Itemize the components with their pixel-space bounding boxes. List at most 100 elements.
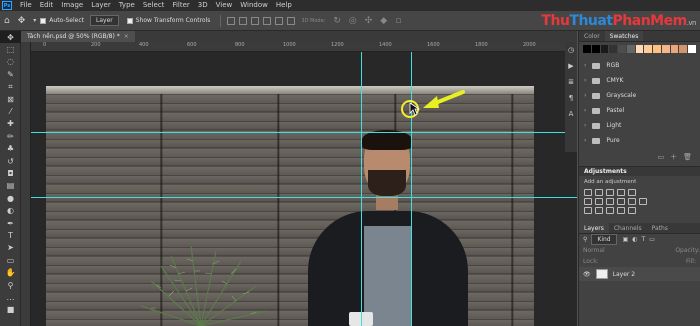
pen-tool-icon[interactable]: ✒	[0, 217, 21, 229]
menu-file[interactable]: File	[16, 0, 36, 11]
clone-stamp-icon[interactable]: ♣	[0, 143, 21, 155]
hue-saturation-icon[interactable]	[584, 198, 592, 205]
menu-layer[interactable]: Layer	[87, 0, 115, 11]
curves-icon[interactable]	[606, 189, 614, 196]
exposure-icon[interactable]	[617, 189, 625, 196]
guide-line-horizontal[interactable]	[31, 132, 577, 133]
hand-tool-icon[interactable]: ✋	[0, 266, 21, 278]
3d-roll-icon[interactable]: ◎	[349, 16, 357, 26]
invert-icon[interactable]	[584, 207, 592, 214]
gradient-map-icon[interactable]	[617, 207, 625, 214]
menu-type[interactable]: Type	[115, 0, 139, 11]
posterize-icon[interactable]	[595, 207, 603, 214]
brush-tool-icon[interactable]: ✏	[0, 130, 21, 142]
color-balance-icon[interactable]	[595, 198, 603, 205]
swatch-color[interactable]	[688, 45, 696, 53]
swatch-group-cmyk[interactable]: › CMYK	[579, 73, 700, 88]
color-swatch-icon[interactable]: ■	[0, 304, 21, 316]
channel-mixer-icon[interactable]	[628, 198, 636, 205]
vibrance-icon[interactable]	[628, 189, 636, 196]
layer-select[interactable]: Layer	[90, 15, 119, 26]
show-transform-checkbox[interactable]	[126, 17, 133, 24]
align-top-icon[interactable]	[263, 16, 272, 25]
filter-adjustment-icon[interactable]: ◐	[632, 236, 637, 243]
swatch-group-pure[interactable]: › Pure	[579, 133, 700, 148]
kind-filter-select[interactable]: Kind	[591, 234, 617, 245]
trash-icon[interactable]: 🗑	[683, 153, 692, 161]
align-middle-icon[interactable]	[275, 16, 284, 25]
vertical-ruler[interactable]	[21, 42, 31, 326]
swatch-group-rgb[interactable]: › RGB	[579, 58, 700, 73]
swatch-color[interactable]	[679, 45, 688, 53]
3d-drag-icon[interactable]: ✣	[365, 16, 373, 26]
swatch-color[interactable]	[609, 45, 618, 53]
rectangle-tool-icon[interactable]: ▭	[0, 254, 21, 266]
close-icon[interactable]: ×	[124, 33, 129, 40]
swatch-color[interactable]	[591, 45, 600, 53]
more-tools-icon[interactable]: …	[0, 291, 21, 303]
menu-select[interactable]: Select	[139, 0, 169, 11]
swatch-color[interactable]	[644, 45, 653, 53]
align-center-icon[interactable]	[239, 16, 248, 25]
swatch-color[interactable]	[600, 45, 609, 53]
swatch-color[interactable]	[626, 45, 635, 53]
move-tool-icon[interactable]: ✥	[18, 16, 26, 26]
swatch-color[interactable]	[653, 45, 661, 53]
document-tab[interactable]: Tách nền.psd @ 50% (RGB/8) * ×	[21, 31, 135, 42]
quick-select-tool-icon[interactable]: ✎	[0, 68, 21, 80]
move-tool-icon[interactable]: ✥	[0, 31, 21, 44]
guide-line-vertical[interactable]	[411, 52, 412, 326]
swatch-group-grayscale[interactable]: › Grayscale	[579, 88, 700, 103]
3d-slide-icon[interactable]: ◆	[380, 16, 387, 26]
swatch-group-light[interactable]: › Light	[579, 118, 700, 133]
tab-paths[interactable]: Paths	[647, 223, 673, 233]
tab-layers[interactable]: Layers	[579, 223, 609, 233]
layer-row[interactable]: 👁 Layer 2	[579, 267, 700, 281]
filter-pixel-icon[interactable]: ▣	[623, 236, 629, 243]
blur-tool-icon[interactable]: ●	[0, 192, 21, 204]
tab-channels[interactable]: Channels	[609, 223, 647, 233]
swatch-color[interactable]	[635, 45, 644, 53]
brightness-icon[interactable]	[584, 189, 592, 196]
menu-help[interactable]: Help	[272, 0, 296, 11]
path-select-icon[interactable]: ➤	[0, 242, 21, 254]
dodge-tool-icon[interactable]: ◐	[0, 204, 21, 216]
align-right-icon[interactable]	[251, 16, 260, 25]
filter-type-icon[interactable]: T	[642, 236, 646, 243]
eye-icon[interactable]: 👁	[583, 271, 591, 278]
paragraph-icon[interactable]: ¶	[565, 94, 577, 102]
guide-line-horizontal[interactable]	[31, 197, 577, 198]
align-left-icon[interactable]	[227, 16, 236, 25]
zoom-tool-icon[interactable]: ⚲	[0, 279, 21, 291]
eraser-tool-icon[interactable]: ◘	[0, 167, 21, 179]
swatch-color[interactable]	[618, 45, 626, 53]
menu-filter[interactable]: Filter	[168, 0, 193, 11]
photo-layer[interactable]	[46, 86, 534, 326]
canvas-area[interactable]	[31, 52, 577, 326]
guide-line-vertical[interactable]	[361, 52, 362, 326]
new-group-icon[interactable]: ▭	[657, 153, 664, 161]
menu-window[interactable]: Window	[236, 0, 272, 11]
levels-icon[interactable]	[595, 189, 603, 196]
frame-tool-icon[interactable]: ⊠	[0, 93, 21, 105]
chevron-down-icon[interactable]: ▾	[33, 17, 36, 24]
filter-shape-icon[interactable]: ▭	[649, 236, 655, 243]
swatch-group-pastel[interactable]: › Pastel	[579, 103, 700, 118]
tab-color[interactable]: Color	[579, 31, 605, 41]
lasso-tool-icon[interactable]: ◌	[0, 56, 21, 68]
selective-color-icon[interactable]	[628, 207, 636, 214]
align-bottom-icon[interactable]	[287, 16, 296, 25]
swatch-color[interactable]	[583, 45, 591, 53]
horizontal-ruler[interactable]: 0 200 400 600 800 1000 1200 1400 1600 18…	[31, 42, 577, 52]
eyedropper-tool-icon[interactable]: ⁄	[0, 105, 21, 117]
menu-view[interactable]: View	[212, 0, 237, 11]
marquee-tool-icon[interactable]: ⬚	[0, 43, 21, 55]
type-tool-icon[interactable]: T	[0, 229, 21, 241]
threshold-icon[interactable]	[606, 207, 614, 214]
character-icon[interactable]: A	[565, 110, 577, 118]
photo-filter-icon[interactable]	[617, 198, 625, 205]
menu-image[interactable]: Image	[57, 0, 87, 11]
healing-brush-icon[interactable]: ✚	[0, 118, 21, 130]
crop-tool-icon[interactable]: ⌗	[0, 81, 21, 93]
home-icon[interactable]: ⌂	[4, 16, 10, 26]
